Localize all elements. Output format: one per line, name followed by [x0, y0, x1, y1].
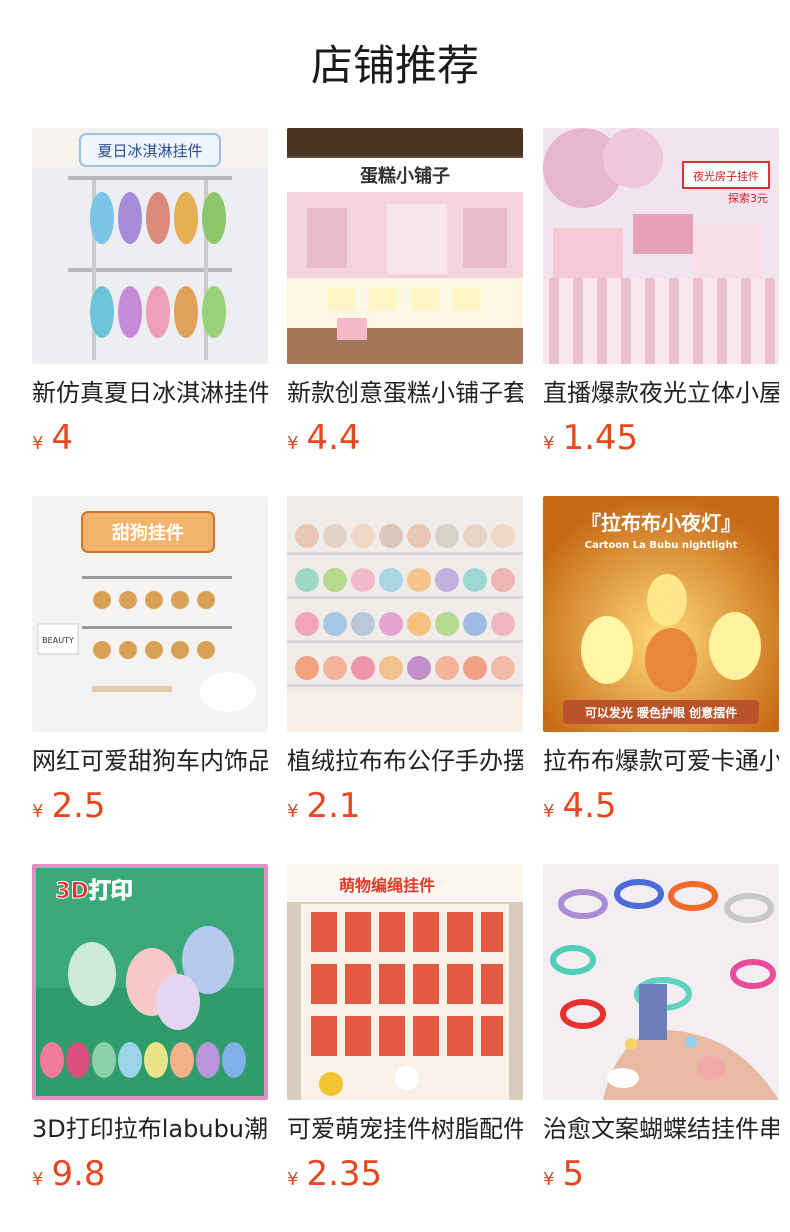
product-price: ¥4.5 — [543, 784, 617, 828]
image-caption: BEAUTY — [42, 636, 74, 645]
product-card[interactable]: 植绒拉布布公仔手办摆件 ¥2.1 — [287, 496, 523, 826]
currency-symbol: ¥ — [543, 1169, 555, 1190]
popsicle-keychain-display-image[interactable]: 夏日冰淇淋挂件 — [32, 128, 268, 364]
currency-symbol: ¥ — [287, 433, 299, 454]
product-price: ¥5 — [543, 1152, 584, 1196]
price-value: 5 — [562, 1154, 585, 1194]
product-card[interactable]: 甜狗挂件 BEAUTY 网红可爱甜狗车内饰品挂件 ¥2.5 — [32, 496, 268, 826]
image-caption: Cartoon La Bubu nightlight — [585, 540, 738, 551]
cute-pet-pendant-board-image[interactable]: 萌物编绳挂件 — [287, 864, 523, 1100]
sweet-dog-keychain-display-image[interactable]: 甜狗挂件 BEAUTY — [32, 496, 268, 732]
product-name[interactable]: 3D打印拉布labubu潮玩摆件 — [32, 1112, 268, 1146]
price-value: 1.45 — [562, 418, 639, 458]
product-name[interactable]: 拉布布爆款可爱卡通小夜灯 — [543, 744, 779, 778]
product-price: ¥1.45 — [543, 416, 638, 460]
price-value: 2.5 — [51, 786, 106, 826]
price-value: 4 — [51, 418, 74, 458]
cake-shop-display-image[interactable]: 蛋糕小铺子 — [287, 128, 523, 364]
image-caption: 3D打印 — [55, 879, 133, 904]
currency-symbol: ¥ — [32, 433, 44, 454]
3d-printed-labubu-image[interactable]: 3D打印 — [32, 864, 268, 1100]
product-name[interactable]: 治愈文案蝴蝶结挂件串珠 — [543, 1112, 779, 1146]
price-value: 4.4 — [306, 418, 361, 458]
product-card[interactable]: 治愈文案蝴蝶结挂件串珠 ¥5 — [543, 864, 779, 1194]
product-card[interactable]: 夏日冰淇淋挂件 新仿真夏日冰淇淋挂件 ¥ 4 — [32, 128, 268, 458]
currency-symbol: ¥ — [287, 801, 299, 822]
price-value: 2.1 — [306, 786, 361, 826]
product-price: ¥9.8 — [32, 1152, 106, 1196]
product-card[interactable]: 『拉布布小夜灯』 Cartoon La Bubu nightlight 可以发光… — [543, 496, 779, 826]
image-caption: 『拉布布小夜灯』 — [581, 511, 741, 535]
image-caption: 可以发光 暖色护眼 创意摆件 — [585, 705, 737, 720]
product-card[interactable]: 夜光房子挂件 探索3元 直播爆款夜光立体小屋 ¥ 1.45 — [543, 128, 779, 458]
price-value: 9.8 — [51, 1154, 106, 1194]
product-name[interactable]: 新款创意蛋糕小铺子套装 — [287, 376, 523, 410]
image-caption: 探索3元 — [728, 191, 768, 205]
currency-symbol: ¥ — [543, 433, 555, 454]
product-name[interactable]: 网红可爱甜狗车内饰品挂件 — [32, 744, 268, 778]
image-caption: 甜狗挂件 — [112, 522, 184, 544]
labubu-nightlight-image[interactable]: 『拉布布小夜灯』 Cartoon La Bubu nightlight 可以发光… — [543, 496, 779, 732]
product-card[interactable]: 萌物编绳挂件 可爱萌宠挂件树脂配件批发 ¥2.35 — [287, 864, 523, 1194]
product-price: ¥4 — [32, 416, 73, 460]
image-caption: 蛋糕小铺子 — [360, 165, 450, 187]
glowing-house-display-image[interactable]: 夜光房子挂件 探索3元 — [543, 128, 779, 364]
price-value: 4.5 — [562, 786, 617, 826]
image-caption: 夜光房子挂件 — [693, 169, 759, 183]
image-caption: 萌物编绳挂件 — [339, 876, 435, 895]
product-name[interactable]: 新仿真夏日冰淇淋挂件 — [32, 376, 268, 410]
price-value: 2.35 — [306, 1154, 383, 1194]
product-name[interactable]: 直播爆款夜光立体小屋摆件 — [543, 376, 779, 410]
bow-charm-keychain-image[interactable] — [543, 864, 779, 1100]
product-name[interactable]: 可爱萌宠挂件树脂配件批发 — [287, 1112, 523, 1146]
product-price: ¥4.4 — [287, 416, 361, 460]
product-card[interactable]: 蛋糕小铺子 新款创意蛋糕小铺子套装 ¥4.4 — [287, 128, 523, 458]
product-price: ¥2.1 — [287, 784, 361, 828]
product-name[interactable]: 植绒拉布布公仔手办摆件 — [287, 744, 523, 778]
currency-symbol: ¥ — [32, 801, 44, 822]
flocked-labubu-shelf-image[interactable] — [287, 496, 523, 732]
product-price: ¥2.5 — [32, 784, 106, 828]
currency-symbol: ¥ — [287, 1169, 299, 1190]
currency-symbol: ¥ — [543, 801, 555, 822]
product-card[interactable]: 3D打印 3D打印拉布labubu潮玩摆件 ¥9.8 — [32, 864, 268, 1194]
image-caption: 夏日冰淇淋挂件 — [97, 142, 202, 160]
product-price: ¥2.35 — [287, 1152, 382, 1196]
currency-symbol: ¥ — [32, 1169, 44, 1190]
page-title: 店铺推荐 — [310, 41, 479, 90]
